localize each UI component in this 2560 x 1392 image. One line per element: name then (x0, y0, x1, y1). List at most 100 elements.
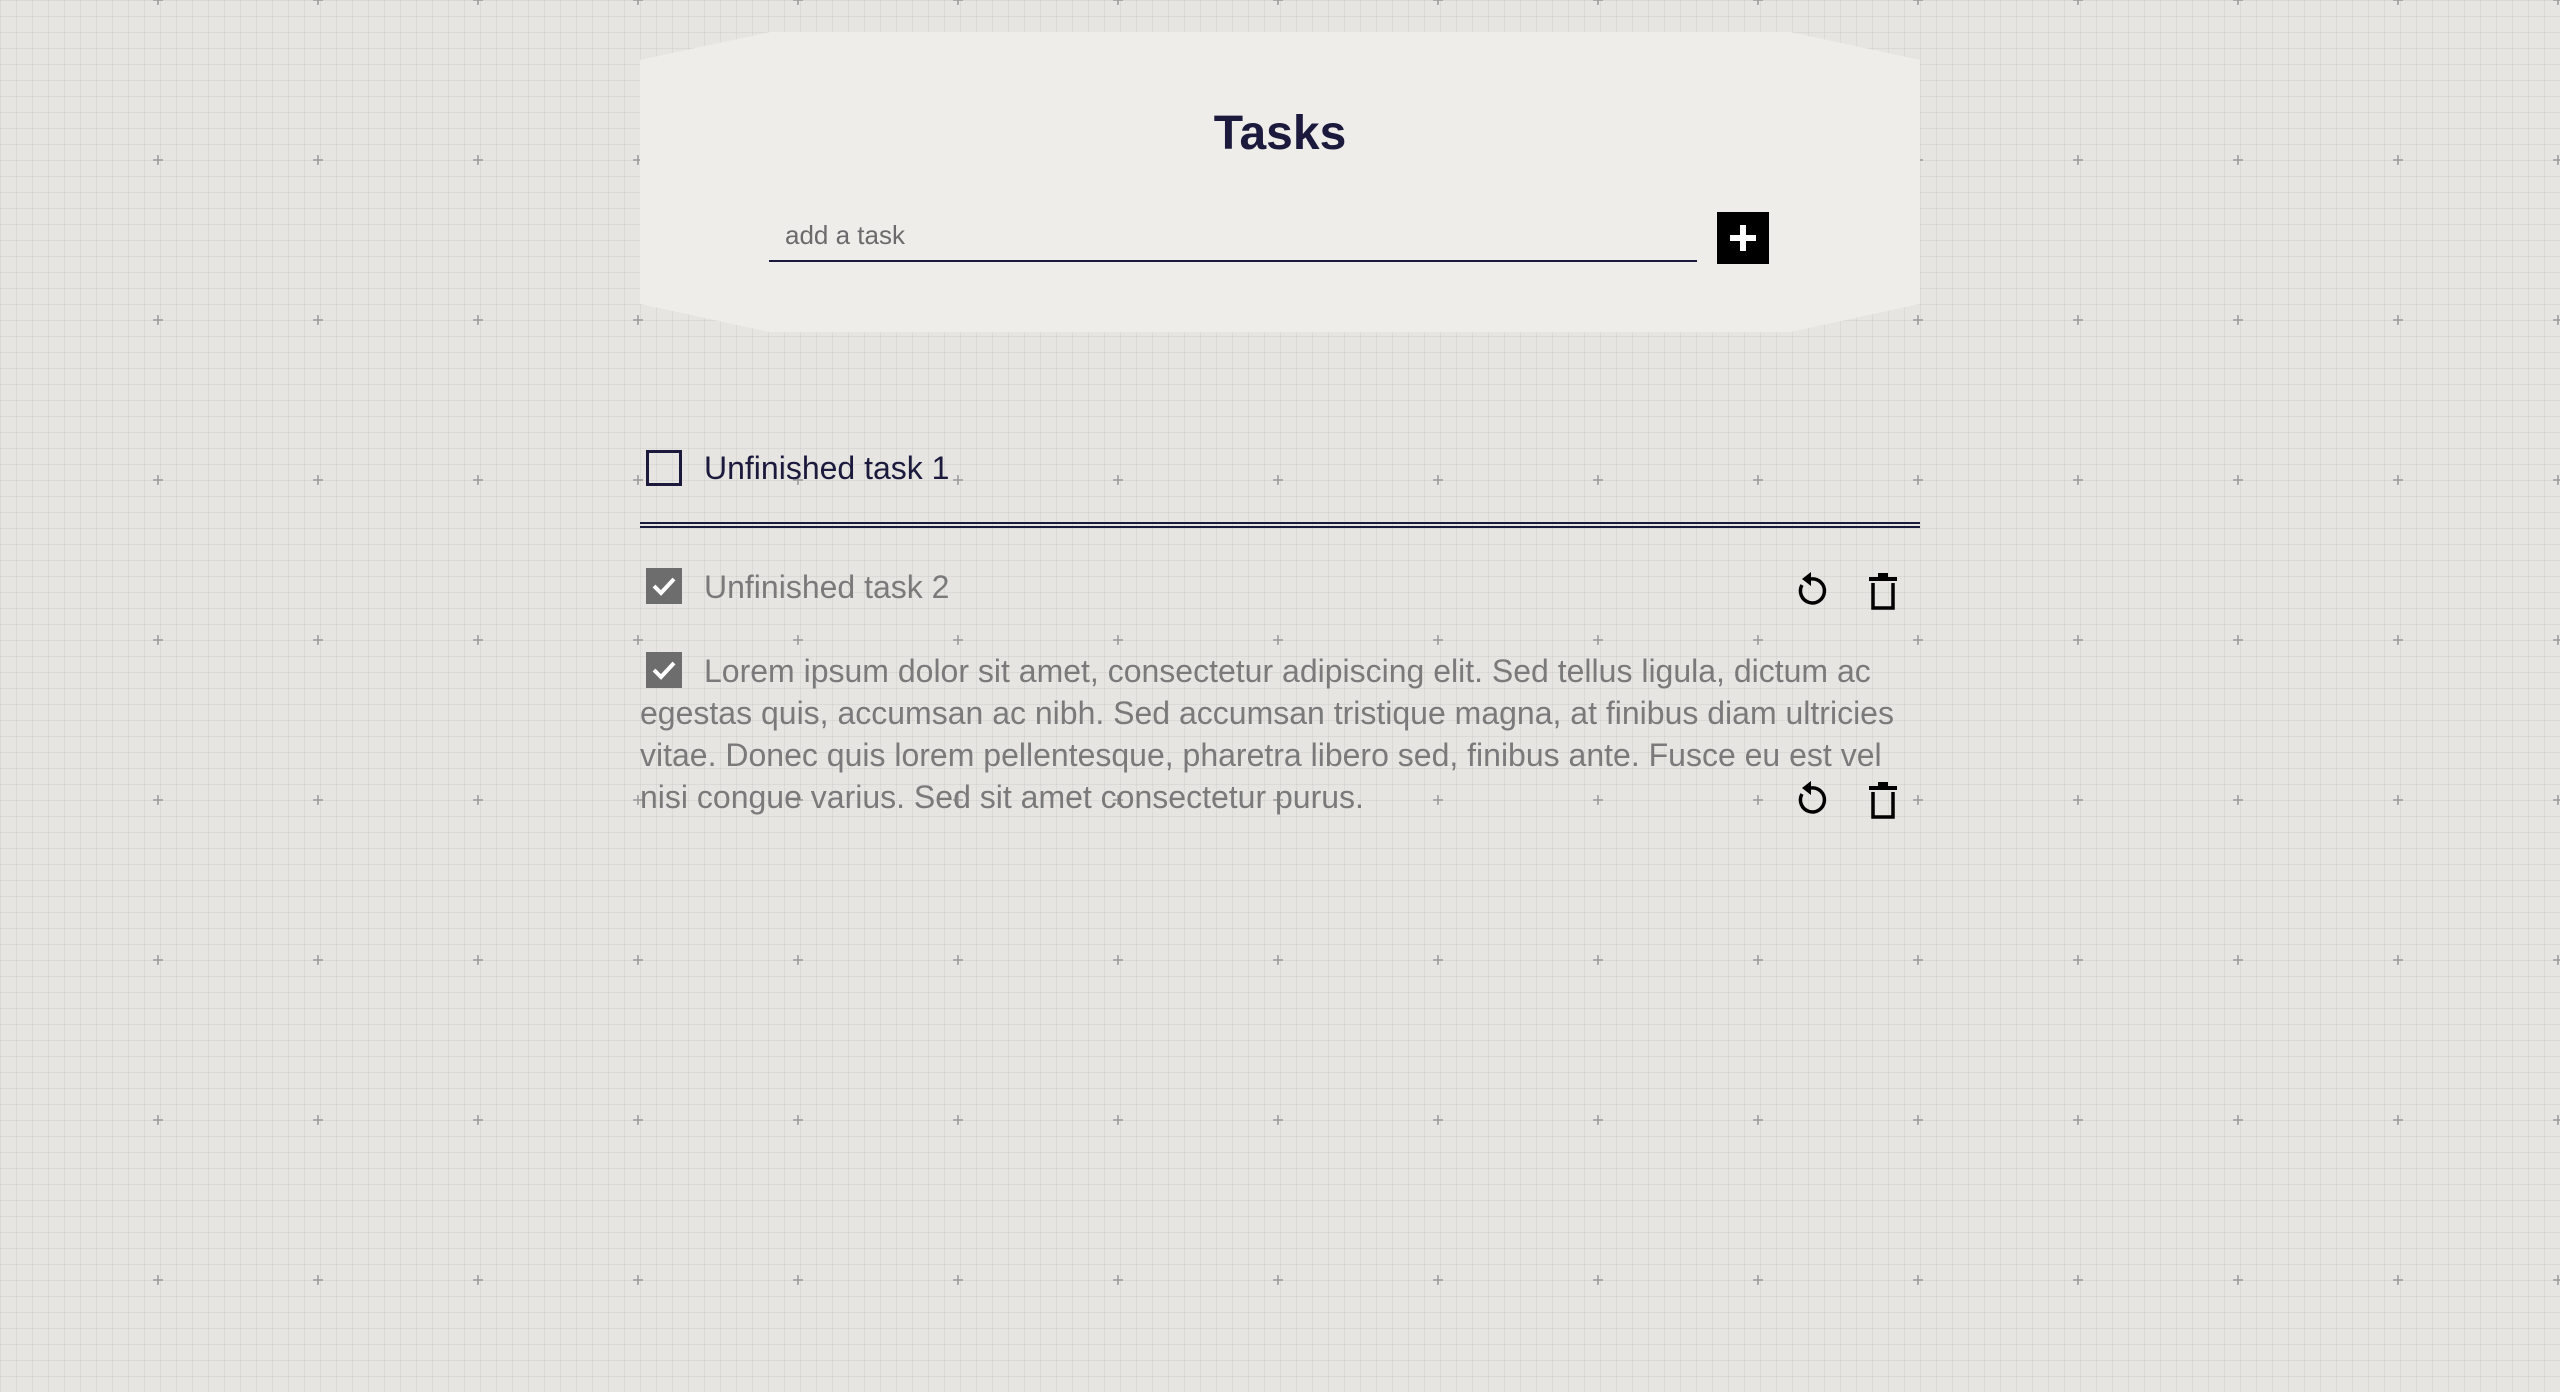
grid-cross-marker (633, 1275, 643, 1285)
grid-cross-marker (793, 635, 803, 645)
grid-cross-marker (2553, 635, 2560, 645)
grid-cross-marker (2393, 155, 2403, 165)
grid-cross-marker (1273, 1275, 1283, 1285)
grid-cross-marker (2393, 315, 2403, 325)
grid-cross-marker (2233, 0, 2243, 5)
grid-cross-marker (1593, 0, 1603, 5)
task-label: Lorem ipsum dolor sit amet, consectetur … (640, 653, 1894, 815)
grid-cross-marker (2553, 315, 2560, 325)
grid-cross-marker (1753, 1115, 1763, 1125)
grid-cross-marker (1913, 1275, 1923, 1285)
task-item: Unfinished task 2 (640, 564, 1920, 614)
grid-cross-marker (2553, 155, 2560, 165)
grid-cross-marker (473, 315, 483, 325)
grid-cross-marker (1913, 955, 1923, 965)
grid-cross-marker (2233, 1115, 2243, 1125)
grid-cross-marker (2073, 1275, 2083, 1285)
grid-cross-marker (313, 955, 323, 965)
grid-cross-marker (1593, 635, 1603, 645)
task-checkbox[interactable] (646, 450, 682, 486)
add-task-field (769, 210, 1697, 262)
grid-cross-marker (2233, 1275, 2243, 1285)
grid-cross-marker (2073, 635, 2083, 645)
grid-cross-marker (1433, 0, 1443, 5)
page-title: Tasks (1213, 107, 1347, 160)
grid-cross-marker (1753, 1275, 1763, 1285)
grid-cross-marker (313, 795, 323, 805)
grid-cross-marker (1593, 955, 1603, 965)
grid-cross-marker (953, 635, 963, 645)
app-container: Tasks Unfinished task 1 (640, 32, 1920, 819)
grid-cross-marker (1433, 1275, 1443, 1285)
add-task-input[interactable] (769, 210, 1697, 260)
delete-task-button[interactable] (1861, 569, 1905, 613)
grid-cross-marker (153, 315, 163, 325)
grid-cross-marker (313, 1115, 323, 1125)
grid-cross-marker (153, 955, 163, 965)
grid-cross-marker (2393, 1275, 2403, 1285)
grid-cross-marker (2553, 0, 2560, 5)
grid-cross-marker (2233, 155, 2243, 165)
grid-cross-marker (1913, 0, 1923, 5)
grid-cross-marker (153, 1275, 163, 1285)
grid-cross-marker (1273, 635, 1283, 645)
grid-cross-marker (793, 0, 803, 5)
grid-cross-marker (153, 795, 163, 805)
grid-cross-marker (633, 0, 643, 5)
grid-cross-marker (1113, 0, 1123, 5)
grid-cross-marker (2553, 955, 2560, 965)
task-label: Unfinished task 2 (704, 569, 950, 605)
grid-cross-marker (793, 955, 803, 965)
grid-cross-marker (633, 1115, 643, 1125)
grid-cross-marker (953, 955, 963, 965)
grid-cross-marker (1273, 955, 1283, 965)
grid-cross-marker (313, 315, 323, 325)
task-item: Unfinished task 1 (640, 412, 1920, 492)
trash-icon (1869, 782, 1897, 819)
app-page: Tasks Unfinished task 1 (0, 0, 2560, 1392)
grid-cross-marker (473, 635, 483, 645)
grid-cross-marker (473, 0, 483, 5)
grid-cross-marker (2073, 315, 2083, 325)
add-task-button[interactable] (1717, 212, 1769, 264)
checkmark-icon (652, 577, 676, 596)
grid-cross-marker (1593, 1115, 1603, 1125)
grid-cross-marker (2073, 0, 2083, 5)
grid-cross-marker (793, 1275, 803, 1285)
grid-cross-marker (1113, 1115, 1123, 1125)
grid-cross-marker (2393, 475, 2403, 485)
grid-cross-marker (473, 1115, 483, 1125)
grid-cross-marker (313, 1275, 323, 1285)
grid-cross-marker (1433, 635, 1443, 645)
grid-cross-marker (313, 155, 323, 165)
grid-cross-marker (313, 0, 323, 5)
undo-icon (1798, 781, 1827, 814)
grid-cross-marker (153, 1115, 163, 1125)
header-card: Tasks (640, 32, 1920, 332)
grid-cross-marker (2553, 1115, 2560, 1125)
restore-task-button[interactable] (1789, 569, 1833, 613)
grid-cross-marker (1913, 1115, 1923, 1125)
task-checkbox-checked[interactable] (646, 568, 682, 604)
grid-cross-marker (313, 635, 323, 645)
section-divider (640, 522, 1920, 528)
grid-cross-marker (2553, 475, 2560, 485)
restore-task-button[interactable] (1789, 778, 1833, 822)
grid-cross-marker (313, 475, 323, 485)
grid-cross-marker (473, 1275, 483, 1285)
grid-cross-marker (2393, 795, 2403, 805)
grid-cross-marker (953, 0, 963, 5)
grid-cross-marker (633, 955, 643, 965)
grid-cross-marker (1433, 1115, 1443, 1125)
grid-cross-marker (633, 635, 643, 645)
grid-cross-marker (2073, 155, 2083, 165)
grid-cross-marker (153, 475, 163, 485)
undo-icon (1798, 572, 1827, 605)
delete-task-button[interactable] (1861, 778, 1905, 822)
grid-cross-marker (1433, 955, 1443, 965)
grid-cross-marker (793, 1115, 803, 1125)
trash-icon (1869, 573, 1897, 610)
grid-cross-marker (1113, 635, 1123, 645)
grid-cross-marker (153, 155, 163, 165)
grid-cross-marker (1593, 1275, 1603, 1285)
